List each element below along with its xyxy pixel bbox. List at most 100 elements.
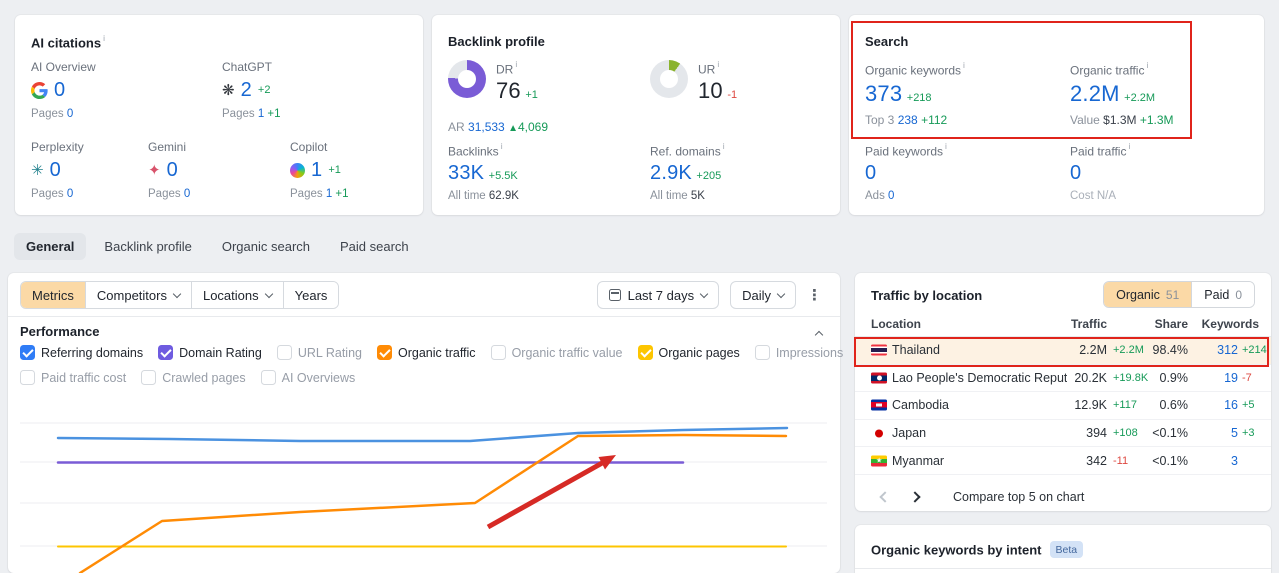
pages-value[interactable]: 0 (184, 188, 190, 200)
pages-value[interactable]: 0 (67, 188, 73, 200)
metric-ai-overviews[interactable]: AI Overviews (260, 370, 355, 385)
locations-label: Locations (202, 287, 259, 303)
cost-label: Cost (1070, 190, 1094, 203)
granularity-label: Daily (742, 287, 771, 303)
dr-delta: +1 (525, 89, 538, 102)
cost-value: N/A (1096, 190, 1117, 203)
pages-value[interactable]: 1 (258, 108, 264, 120)
ai-item-copilot: Copilot 1 +1 Pages 1 +1 (290, 140, 410, 200)
beta-badge: Beta (1049, 541, 1084, 558)
myanmar-flag-icon (871, 455, 887, 467)
metrics-label: Metrics (32, 287, 74, 303)
alltime-label: All time (448, 190, 486, 203)
tab-general[interactable]: General (14, 233, 87, 260)
top3-label: Top 3 (865, 113, 895, 128)
chart-mode-group: Metrics Competitors Locations Years (20, 281, 340, 309)
pages-delta: +1 (335, 188, 349, 200)
ai-citations-card: AI citations i AI Overview 0 Pages 0 Chat… (15, 15, 423, 215)
organic-paid-toggle: Organic 51 Paid 0 (1103, 281, 1255, 308)
metric-domain-rating[interactable]: Domain Rating (158, 345, 262, 360)
tab-backlink-profile[interactable]: Backlink profile (92, 233, 203, 260)
ai-item-label: Copilot (290, 140, 328, 154)
next-page-icon[interactable] (909, 490, 921, 503)
ar-value[interactable]: 31,533 (468, 120, 505, 134)
ai-citations-title: AI citations (31, 35, 102, 51)
location-row-thailand[interactable]: Thailand 2.2M +2.2M 98.4% 312 +214 (855, 337, 1271, 365)
col-share[interactable]: Share (1155, 317, 1188, 331)
pages-value[interactable]: 0 (67, 108, 73, 120)
ur-label: UR (698, 62, 716, 77)
col-traffic[interactable]: Traffic (1071, 317, 1107, 331)
ai-item-value: 0 (166, 158, 178, 181)
checkbox-icon (20, 345, 35, 360)
japan-flag-icon (871, 428, 887, 439)
more-options-icon[interactable]: ⋮ (807, 286, 822, 304)
locations-segment[interactable]: Locations (190, 282, 283, 308)
dr-label: DR (496, 62, 514, 77)
granularity-button[interactable]: Daily (730, 281, 796, 309)
metric-url-rating[interactable]: URL Rating (276, 345, 362, 360)
organic-keywords-delta: +218 (906, 92, 932, 105)
checkbox-icon (276, 345, 292, 360)
chevron-down-icon (264, 289, 273, 298)
pages-value[interactable]: 1 (326, 188, 332, 200)
ai-item-delta: +1 (328, 164, 341, 176)
dr-donut-chart (448, 60, 486, 98)
alltime-label: All time (650, 190, 688, 203)
ai-item-label: AI Overview (31, 60, 96, 74)
performance-card: Metrics Competitors Locations Years Last… (8, 273, 938, 573)
metric-referring-domains[interactable]: Referring domains (20, 345, 143, 360)
performance-title: Performance (20, 324, 100, 339)
years-segment[interactable]: Years (282, 282, 339, 308)
info-icon: i (515, 59, 518, 69)
top3-value[interactable]: 238 (898, 113, 918, 127)
checkbox-icon (260, 370, 276, 385)
dr-value: 76 (496, 78, 521, 104)
metric-paid-traffic-cost[interactable]: Paid traffic cost (20, 370, 126, 385)
toggle-paid[interactable]: Paid 0 (1191, 282, 1254, 307)
chevron-down-icon (172, 289, 182, 298)
collapse-chevron-icon[interactable] (814, 330, 824, 340)
ref-domains-value[interactable]: 2.9K (650, 162, 692, 184)
metric-checkbox-row: Referring domains Domain Rating URL Rati… (20, 345, 938, 360)
info-icon: i (945, 141, 947, 151)
ai-item-label: ChatGPT (222, 60, 273, 74)
toggle-organic[interactable]: Organic 51 (1104, 282, 1192, 307)
metrics-segment[interactable]: Metrics (21, 282, 85, 308)
location-row-cambodia[interactable]: Cambodia 12.9K +117 0.6% 16 +5 (855, 392, 1271, 420)
tab-paid-search[interactable]: Paid search (328, 233, 421, 260)
backlinks-value[interactable]: 33K (448, 162, 484, 184)
compare-top5-link[interactable]: Compare top 5 on chart (953, 490, 1084, 504)
location-row-laos[interactable]: Lao People's Democratic Reput 20.2K +19.… (855, 365, 1271, 393)
chatgpt-icon: ❋ (222, 81, 235, 99)
organic-keywords-value[interactable]: 373 (865, 81, 902, 106)
metric-impressions[interactable]: Impressions (754, 345, 843, 360)
organic-traffic-value[interactable]: 2.2M (1070, 81, 1120, 106)
col-keywords[interactable]: Keywords (1202, 317, 1259, 331)
metric-organic-traffic-value[interactable]: Organic traffic value (490, 345, 623, 360)
performance-line-chart[interactable] (16, 400, 832, 573)
metric-organic-pages[interactable]: Organic pages (637, 345, 740, 360)
ai-item-value: 0 (54, 78, 66, 101)
metric-organic-traffic[interactable]: Organic traffic (376, 345, 476, 360)
organic-traffic-label: Organic traffic (1070, 63, 1145, 78)
prev-page-icon[interactable] (879, 490, 891, 503)
ur-value: 10 (698, 78, 723, 104)
metric-crawled-pages[interactable]: Crawled pages (141, 370, 246, 385)
chevron-down-icon (699, 289, 709, 298)
tab-organic-search[interactable]: Organic search (210, 233, 322, 260)
organic-traffic-line (78, 433, 788, 573)
location-row-japan[interactable]: Japan 394 +108 <0.1% 5 +3 (855, 420, 1271, 448)
paid-keywords-value[interactable]: 0 (865, 162, 876, 184)
checkbox-icon (376, 345, 392, 360)
checkbox-icon (637, 345, 653, 360)
info-icon: i (500, 141, 503, 151)
ads-value[interactable]: 0 (888, 190, 894, 202)
location-row-myanmar[interactable]: Myanmar 342 -11 <0.1% 3 (855, 447, 1271, 475)
pages-delta: +1 (267, 108, 281, 120)
up-triangle-icon: ▲ (508, 123, 518, 134)
paid-traffic-value[interactable]: 0 (1070, 162, 1081, 184)
competitors-segment[interactable]: Competitors (84, 282, 191, 308)
col-location[interactable]: Location (871, 317, 921, 331)
date-range-button[interactable]: Last 7 days (596, 281, 720, 309)
